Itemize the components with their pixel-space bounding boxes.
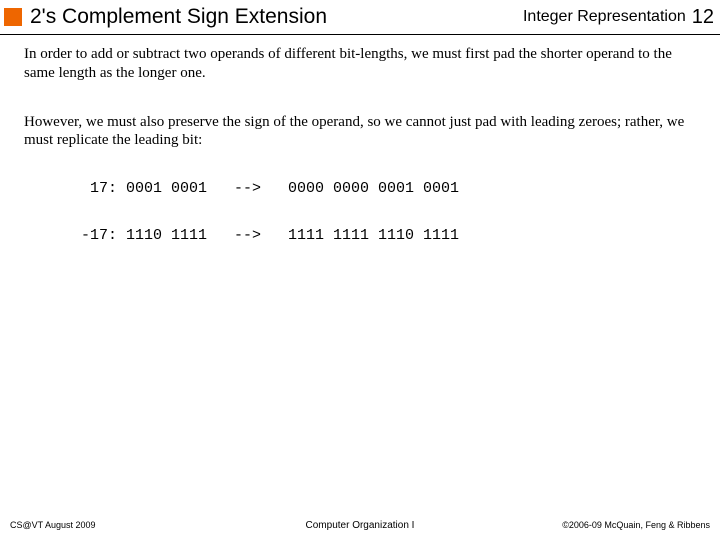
header-bullet-icon <box>4 8 22 26</box>
paragraph-2: However, we must also preserve the sign … <box>24 113 696 151</box>
example-line-1: 17: 0001 0001 --> 0000 0000 0001 0001 <box>72 180 696 199</box>
section-label: Integer Representation <box>523 8 686 26</box>
footer-center: Computer Organization I <box>243 520 476 531</box>
slide-header: 2's Complement Sign Extension Integer Re… <box>0 0 720 34</box>
footer-right: ©2006-09 McQuain, Feng & Ribbens <box>477 520 710 530</box>
paragraph-1: In order to add or subtract two operands… <box>24 45 696 83</box>
page-number: 12 <box>692 6 714 29</box>
slide-footer: CS@VT August 2009 Computer Organization … <box>0 516 720 534</box>
example-line-2: -17: 1110 1111 --> 1111 1111 1110 1111 <box>72 227 696 246</box>
slide-title: 2's Complement Sign Extension <box>30 5 523 29</box>
footer-left: CS@VT August 2009 <box>10 520 243 530</box>
slide-body: In order to add or subtract two operands… <box>0 35 720 246</box>
